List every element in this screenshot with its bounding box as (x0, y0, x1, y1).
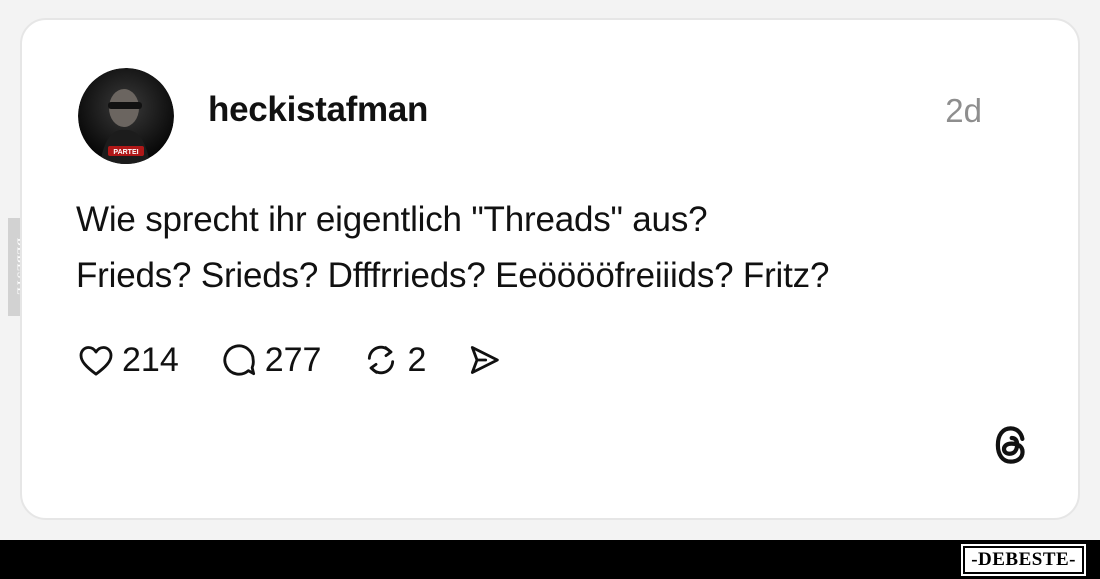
comment-button[interactable]: 277 (219, 340, 322, 380)
avatar-photo: PARTEI (78, 68, 174, 164)
bottom-bar: -DEBESTE- (0, 540, 1100, 579)
avatar-badge-text: PARTEI (113, 149, 138, 156)
repost-icon (368, 345, 395, 375)
post-line: Wie sprecht ihr eigentlich "Threads" aus… (76, 200, 708, 239)
heart-icon (79, 346, 113, 376)
share-button[interactable] (464, 340, 504, 380)
post-body: Wie sprecht ihr eigentlich "Threads" aus… (76, 192, 829, 304)
threads-logo-icon[interactable] (990, 422, 1032, 468)
post-time: 2d (945, 92, 982, 129)
action-bar: 214 277 2 (76, 338, 504, 382)
thread-post-card: PARTEI heckistafman 2d Wie sprecht ihr e… (20, 18, 1080, 520)
post-line: Frieds? Srieds? Dfffrrieds? Eeööööfreiii… (76, 256, 830, 295)
repost-button[interactable]: 2 (361, 340, 426, 380)
brand-watermark: -DEBESTE- (961, 544, 1086, 576)
username[interactable]: heckistafman (208, 90, 428, 130)
comment-icon (223, 344, 255, 376)
comment-count: 277 (264, 340, 322, 379)
repost-count: 2 (407, 340, 427, 379)
screenshot: DEBESTE PARTEI heckistafman 2d (0, 0, 1100, 579)
like-count: 214 (122, 340, 179, 379)
share-icon (471, 346, 500, 374)
avatar[interactable]: PARTEI (78, 68, 174, 164)
like-button[interactable]: 214 (76, 340, 179, 380)
